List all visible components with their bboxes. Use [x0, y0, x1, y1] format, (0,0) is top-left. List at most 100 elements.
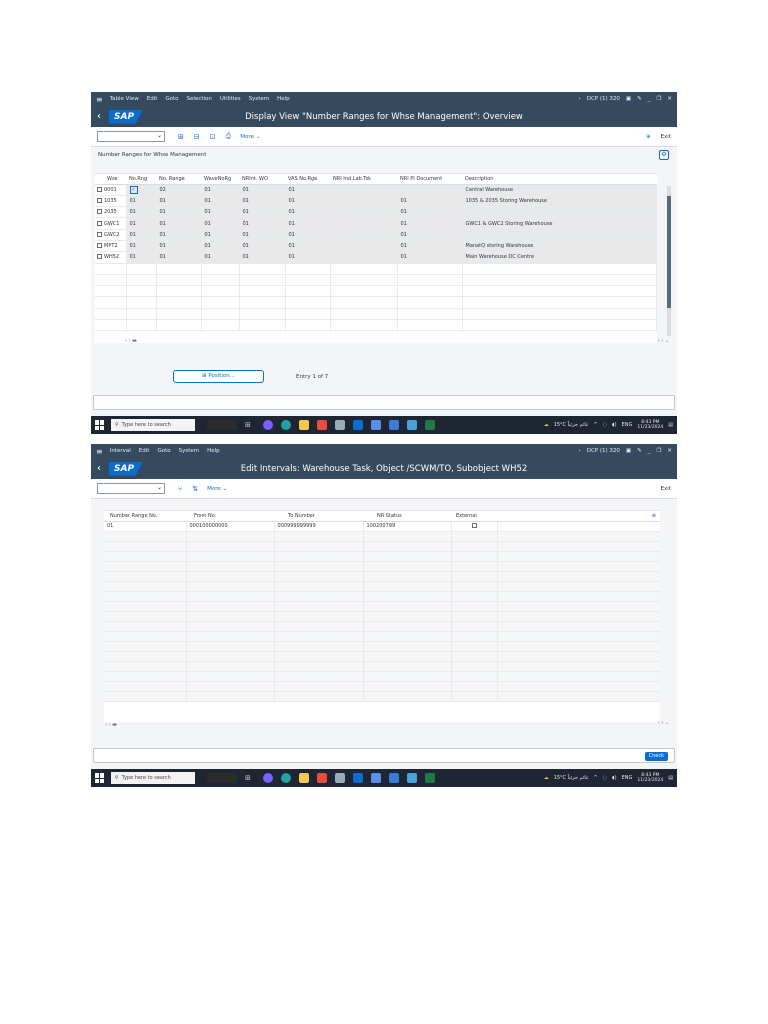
- weather-icon[interactable]: ☁: [544, 775, 549, 781]
- table-cell[interactable]: 000100000000: [186, 521, 275, 532]
- weather-text[interactable]: 15°C غائم جزئياً: [554, 775, 589, 781]
- back-icon[interactable]: ‹: [97, 111, 101, 122]
- select-block-icon[interactable]: ⊟: [194, 133, 200, 141]
- table-cell[interactable]: 01: [397, 195, 463, 208]
- news-icon[interactable]: [207, 773, 237, 783]
- table-cell[interactable]: [330, 184, 398, 196]
- insert-interval-icon[interactable]: ⑂: [178, 485, 182, 493]
- clock[interactable]: 8:43 PM 11/23/2024: [637, 420, 663, 431]
- table-cell[interactable]: 02: [156, 184, 202, 196]
- table-cell[interactable]: 01: [285, 251, 331, 264]
- column-header[interactable]: NRI Ind.Lab.Tsk: [330, 174, 397, 185]
- task-view-icon[interactable]: ⊞: [245, 773, 255, 783]
- exit-button[interactable]: Exit: [661, 134, 671, 140]
- table-cell[interactable]: 01: [156, 251, 202, 264]
- scroll-arrows-icon[interactable]: ‹ › ⌄: [658, 720, 669, 726]
- chevron-right-icon[interactable]: ›: [579, 96, 581, 102]
- edge-icon[interactable]: [281, 420, 291, 430]
- notification-icon[interactable]: ▤: [668, 775, 673, 781]
- notification-icon[interactable]: ▤: [668, 422, 673, 428]
- change-status-icon[interactable]: ⇅: [192, 485, 198, 493]
- table-row[interactable]: WH52 01 01 01 01 01 01 Main Warehouse DC…: [95, 251, 657, 264]
- table-cell[interactable]: 01: [285, 206, 331, 219]
- minimize-icon[interactable]: _: [648, 448, 651, 454]
- position-button[interactable]: ⊞ Position...: [173, 370, 264, 383]
- table-cell[interactable]: 01: [285, 229, 331, 241]
- column-header[interactable]: NR Status: [363, 511, 451, 522]
- menu-item-table-view[interactable]: Table View: [110, 96, 139, 102]
- menu-item-goto[interactable]: Goto: [165, 96, 178, 102]
- store-icon[interactable]: [317, 420, 327, 430]
- restore-icon[interactable]: ❐: [656, 448, 661, 454]
- menu-item-help[interactable]: Help: [277, 96, 290, 102]
- column-header[interactable]: External: [451, 511, 497, 522]
- table-cell[interactable]: 01: [156, 195, 202, 208]
- print-icon[interactable]: ⎙: [226, 132, 232, 141]
- task-view-icon[interactable]: ⊞: [245, 420, 255, 430]
- menu-icon[interactable]: ≡: [96, 447, 103, 456]
- row-checkbox[interactable]: [97, 231, 102, 237]
- table-cell[interactable]: 01: [239, 229, 286, 241]
- windows-start-icon[interactable]: [95, 773, 105, 783]
- column-header[interactable]: No. Range: [156, 174, 201, 185]
- table-row[interactable]: GWC1 01 01 01 01 01 01 GWC1 & GWC2 Stori…: [95, 217, 657, 230]
- shield-icon[interactable]: [371, 773, 381, 783]
- shield-icon[interactable]: [371, 420, 381, 430]
- table-cell[interactable]: 01: [285, 240, 331, 253]
- outlook-icon[interactable]: [353, 773, 363, 783]
- table-cell[interactable]: 01: [126, 206, 157, 219]
- menu-icon[interactable]: ≡: [96, 95, 103, 104]
- weather-icon[interactable]: ☁: [544, 422, 549, 428]
- copilot-icon[interactable]: [263, 420, 273, 430]
- windows-start-icon[interactable]: [95, 420, 105, 430]
- table-cell[interactable]: 01: [126, 195, 157, 208]
- table-cell[interactable]: 01: [239, 195, 286, 208]
- notepad-icon[interactable]: [335, 420, 345, 430]
- table-row[interactable]: GWC2 01 01 01 01 01 01: [95, 229, 657, 241]
- store-icon[interactable]: [317, 773, 327, 783]
- exit-button[interactable]: Exit: [661, 486, 671, 492]
- vertical-scrollbar[interactable]: [667, 186, 671, 336]
- menu-item-interval[interactable]: Interval: [110, 448, 131, 454]
- table-cell[interactable]: 01: [126, 240, 157, 253]
- table-cell[interactable]: 01: [239, 240, 286, 253]
- row-checkbox[interactable]: [97, 243, 102, 249]
- row-selected-icon[interactable]: ✓: [129, 185, 138, 194]
- column-header[interactable]: VAS No.Rge: [285, 174, 330, 185]
- table-cell[interactable]: 01: [285, 217, 331, 230]
- table-cell[interactable]: Main Warehouse DC Centre: [462, 251, 657, 264]
- notepad-icon[interactable]: [335, 773, 345, 783]
- column-header[interactable]: NRI PI Document: [397, 174, 462, 185]
- sap-logon-icon[interactable]: [407, 773, 417, 783]
- column-header[interactable]: From No.: [186, 511, 274, 522]
- table-cell[interactable]: [330, 229, 398, 241]
- mail-icon[interactable]: [389, 773, 399, 783]
- table-cell[interactable]: [330, 240, 398, 253]
- column-header[interactable]: NRInt. WO: [239, 174, 285, 185]
- table-cell[interactable]: 01: [397, 229, 463, 241]
- column-header[interactable]: Number Range No.: [104, 511, 186, 522]
- column-header[interactable]: Description: [462, 174, 657, 185]
- menu-item-edit[interactable]: Edit: [139, 448, 150, 454]
- table-cell[interactable]: 01: [201, 184, 240, 196]
- table-cell[interactable]: 01: [201, 251, 240, 264]
- table-cell[interactable]: 01: [104, 521, 187, 532]
- taskbar-search[interactable]: ⚲ Type here to search: [111, 419, 195, 431]
- table-cell[interactable]: 1035 & 2035 Storing Warehouse: [462, 195, 657, 208]
- table-cell[interactable]: 01: [239, 251, 286, 264]
- table-cell[interactable]: 01: [201, 206, 240, 219]
- table-cell[interactable]: 01: [201, 229, 240, 241]
- table-row[interactable]: MPT2 01 01 01 01 01 01 ManatQ storing Wa…: [95, 240, 657, 253]
- command-field[interactable]: ⌄: [97, 483, 165, 494]
- table-cell[interactable]: 01: [126, 217, 157, 230]
- column-header[interactable]: WaveNoRg: [201, 174, 239, 185]
- table-cell[interactable]: 01: [285, 195, 331, 208]
- file-explorer-icon[interactable]: [299, 420, 309, 430]
- table-settings-icon[interactable]: ⚙: [659, 150, 669, 160]
- menu-item-help[interactable]: Help: [207, 448, 220, 454]
- clock[interactable]: 8:43 PM 11/23/2024: [637, 773, 663, 784]
- table-cell[interactable]: 01: [239, 184, 286, 196]
- column-header[interactable]: To Number: [274, 511, 363, 522]
- table-cell[interactable]: [397, 184, 463, 196]
- volume-icon[interactable]: ◖): [612, 775, 617, 781]
